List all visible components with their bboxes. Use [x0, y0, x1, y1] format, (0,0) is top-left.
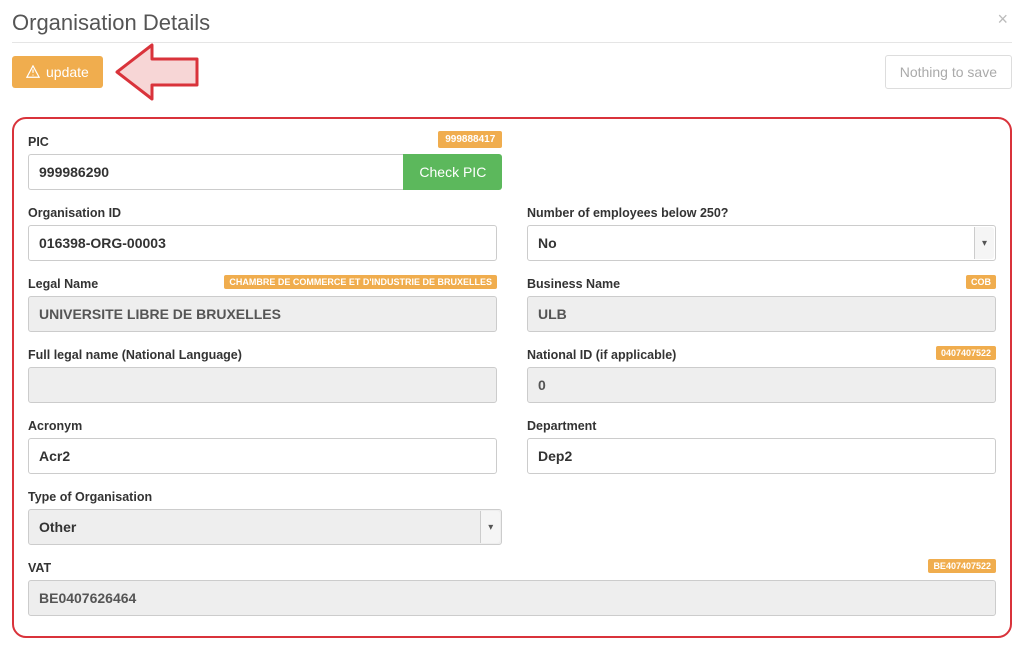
- header-row: Organisation Details ×: [12, 10, 1012, 43]
- department-input[interactable]: [527, 438, 996, 474]
- warning-icon: [26, 65, 40, 79]
- nothing-to-save-button: Nothing to save: [885, 55, 1012, 89]
- employees-select[interactable]: No: [527, 225, 996, 261]
- page-title: Organisation Details: [12, 10, 210, 36]
- business-name-input: [527, 296, 996, 332]
- pic-label: PIC: [28, 135, 502, 149]
- full-legal-label: Full legal name (National Language): [28, 348, 497, 362]
- org-type-label: Type of Organisation: [28, 490, 502, 504]
- org-type-select[interactable]: Other: [28, 509, 502, 545]
- national-id-badge: 0407407522: [936, 346, 996, 360]
- full-legal-input: [28, 367, 497, 403]
- national-id-input: [527, 367, 996, 403]
- form-container: PIC 999888417 Check PIC Organisation ID …: [12, 117, 1012, 638]
- close-icon[interactable]: ×: [993, 10, 1012, 28]
- organisation-id-label: Organisation ID: [28, 206, 497, 220]
- business-name-badge: COB: [966, 275, 996, 289]
- update-button[interactable]: update: [12, 56, 103, 88]
- pointer-arrow-icon: [112, 37, 202, 107]
- action-row: update Nothing to save: [12, 55, 1012, 89]
- check-pic-button[interactable]: Check PIC: [403, 154, 502, 190]
- acronym-input[interactable]: [28, 438, 497, 474]
- national-id-label: National ID (if applicable): [527, 348, 996, 362]
- acronym-label: Acronym: [28, 419, 497, 433]
- business-name-label: Business Name: [527, 277, 996, 291]
- organisation-id-input[interactable]: [28, 225, 497, 261]
- update-button-label: update: [46, 64, 89, 80]
- vat-badge: BE407407522: [928, 559, 996, 573]
- department-label: Department: [527, 419, 996, 433]
- vat-input: [28, 580, 996, 616]
- employees-label: Number of employees below 250?: [527, 206, 996, 220]
- legal-name-badge: CHAMBRE DE COMMERCE ET D'INDUSTRIE DE BR…: [224, 275, 497, 289]
- pic-valid-badge: 999888417: [438, 131, 502, 148]
- legal-name-input: [28, 296, 497, 332]
- vat-label: VAT: [28, 561, 996, 575]
- pic-input[interactable]: [28, 154, 403, 190]
